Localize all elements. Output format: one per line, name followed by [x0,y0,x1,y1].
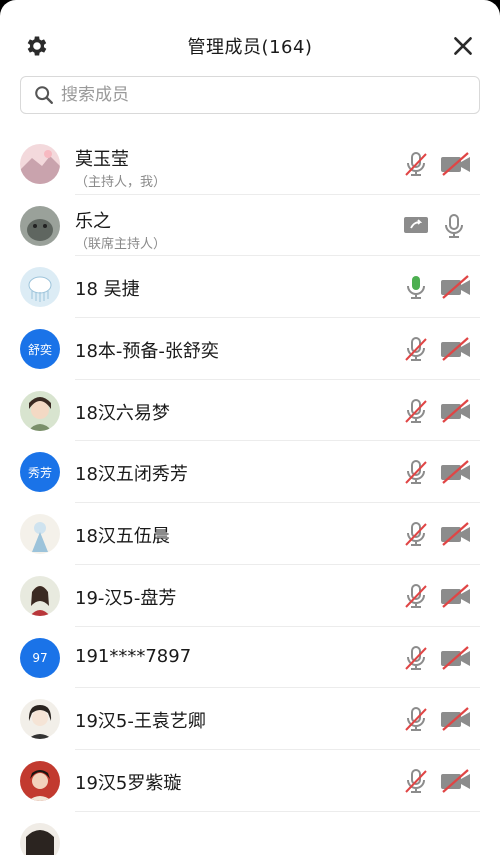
avatar [20,390,60,431]
mic-muted-icon[interactable] [402,336,430,362]
mic-muted-icon[interactable] [402,521,430,547]
avatar [20,144,60,184]
video-off-icon[interactable] [440,398,472,424]
member-name: 18汉六易梦 [75,402,170,424]
member-role: （联席主持人） [75,236,167,252]
video-off-icon[interactable] [440,768,472,794]
member-list: 莫玉莹 （主持人，我） 乐之 （联席主持人） 18 吴捷 舒奕 18本-预备-张… [0,133,500,855]
avatar: 97 [20,637,60,678]
list-item[interactable]: 乐之 （联席主持人） [0,195,500,257]
member-role: （主持人，我） [75,175,167,190]
mic-muted-icon[interactable] [402,398,430,424]
member-name: 191****7897 [75,645,192,667]
member-name: 19-汉5-盘芳 [75,587,177,609]
search-icon [35,86,53,104]
avatar [20,205,60,246]
list-item[interactable]: 18汉六易梦 [0,380,500,442]
avatar [20,267,60,308]
close-icon[interactable] [450,33,476,59]
member-name: 19汉5-王袁艺卿 [75,711,206,733]
list-item[interactable]: 97 191****7897 [0,627,500,689]
avatar [20,699,60,740]
video-off-icon[interactable] [440,151,472,177]
list-item[interactable]: 19-汉5-盘芳 [0,565,500,627]
video-off-icon[interactable] [440,521,472,547]
avatar [20,822,60,855]
mic-muted-icon[interactable] [402,706,430,732]
video-off-icon[interactable] [440,336,472,362]
list-item[interactable]: 舒奕 18本-预备-张舒奕 [0,318,500,380]
search-box[interactable] [20,76,480,114]
list-item-partial[interactable] [0,812,500,855]
member-management-sheet: 管理成员(164) 莫玉莹 （主持人，我） [0,0,500,855]
mic-muted-icon[interactable] [402,459,430,485]
member-name: 18本-预备-张舒奕 [75,341,219,363]
list-item[interactable]: 19汉5-王袁艺卿 [0,688,500,750]
member-name: 18汉五闭秀芳 [75,464,188,486]
video-off-icon[interactable] [440,459,472,485]
avatar: 舒奕 [20,329,60,370]
mic-muted-icon[interactable] [402,151,430,177]
avatar [20,760,60,801]
mic-on-icon[interactable] [402,274,430,300]
list-item[interactable]: 18 吴捷 [0,256,500,319]
avatar [20,575,60,616]
video-off-icon[interactable] [440,706,472,732]
member-name: 乐之 [75,210,111,232]
avatar: 秀芳 [20,452,60,493]
member-name: 19汉5罗紫璇 [75,772,182,794]
member-name: 18 吴捷 [75,279,140,301]
member-name: 18汉五伍晨 [75,526,170,548]
video-off-icon[interactable] [440,274,472,300]
search-input[interactable] [61,85,451,105]
mic-muted-icon[interactable] [402,768,430,794]
list-item[interactable]: 18汉五伍晨 [0,503,500,565]
mic-muted-icon[interactable] [402,645,430,671]
video-off-icon[interactable] [440,645,472,671]
screen-share-icon[interactable] [402,213,430,239]
video-off-icon[interactable] [440,583,472,609]
page-title: 管理成员(164) [187,37,313,58]
list-item[interactable]: 秀芳 18汉五闭秀芳 [0,441,500,504]
mic-icon[interactable] [440,213,468,239]
avatar [20,514,60,555]
list-item[interactable]: 莫玉莹 （主持人，我） [0,133,500,195]
list-item[interactable]: 19汉5罗紫璇 [0,750,500,812]
member-name: 莫玉莹 [75,149,129,170]
mic-muted-icon[interactable] [402,583,430,609]
